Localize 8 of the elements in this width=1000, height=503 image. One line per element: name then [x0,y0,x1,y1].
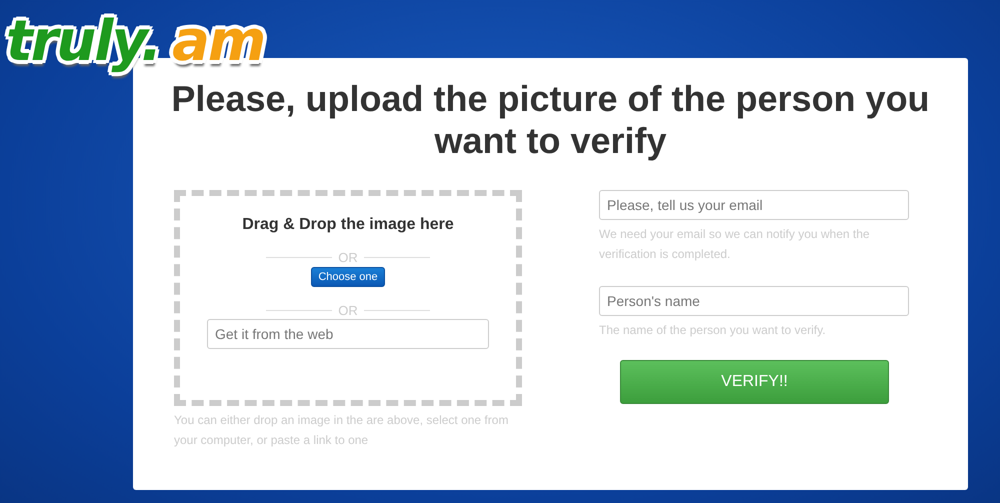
choose-button[interactable]: Choose one [311,267,385,287]
text-field[interactable]: Please, tell us your email [599,190,909,220]
verify-button[interactable]: VERIFY!! [620,360,889,404]
text-field[interactable]: Person's name [599,286,909,316]
url-field[interactable]: Get it from the web [207,319,489,349]
drop-heading: Drag & Drop the image here [242,216,454,234]
page-title: Please, upload the picture of the person you want to verify [170,78,931,162]
site-logo[interactable]: truly. am [6,14,264,70]
